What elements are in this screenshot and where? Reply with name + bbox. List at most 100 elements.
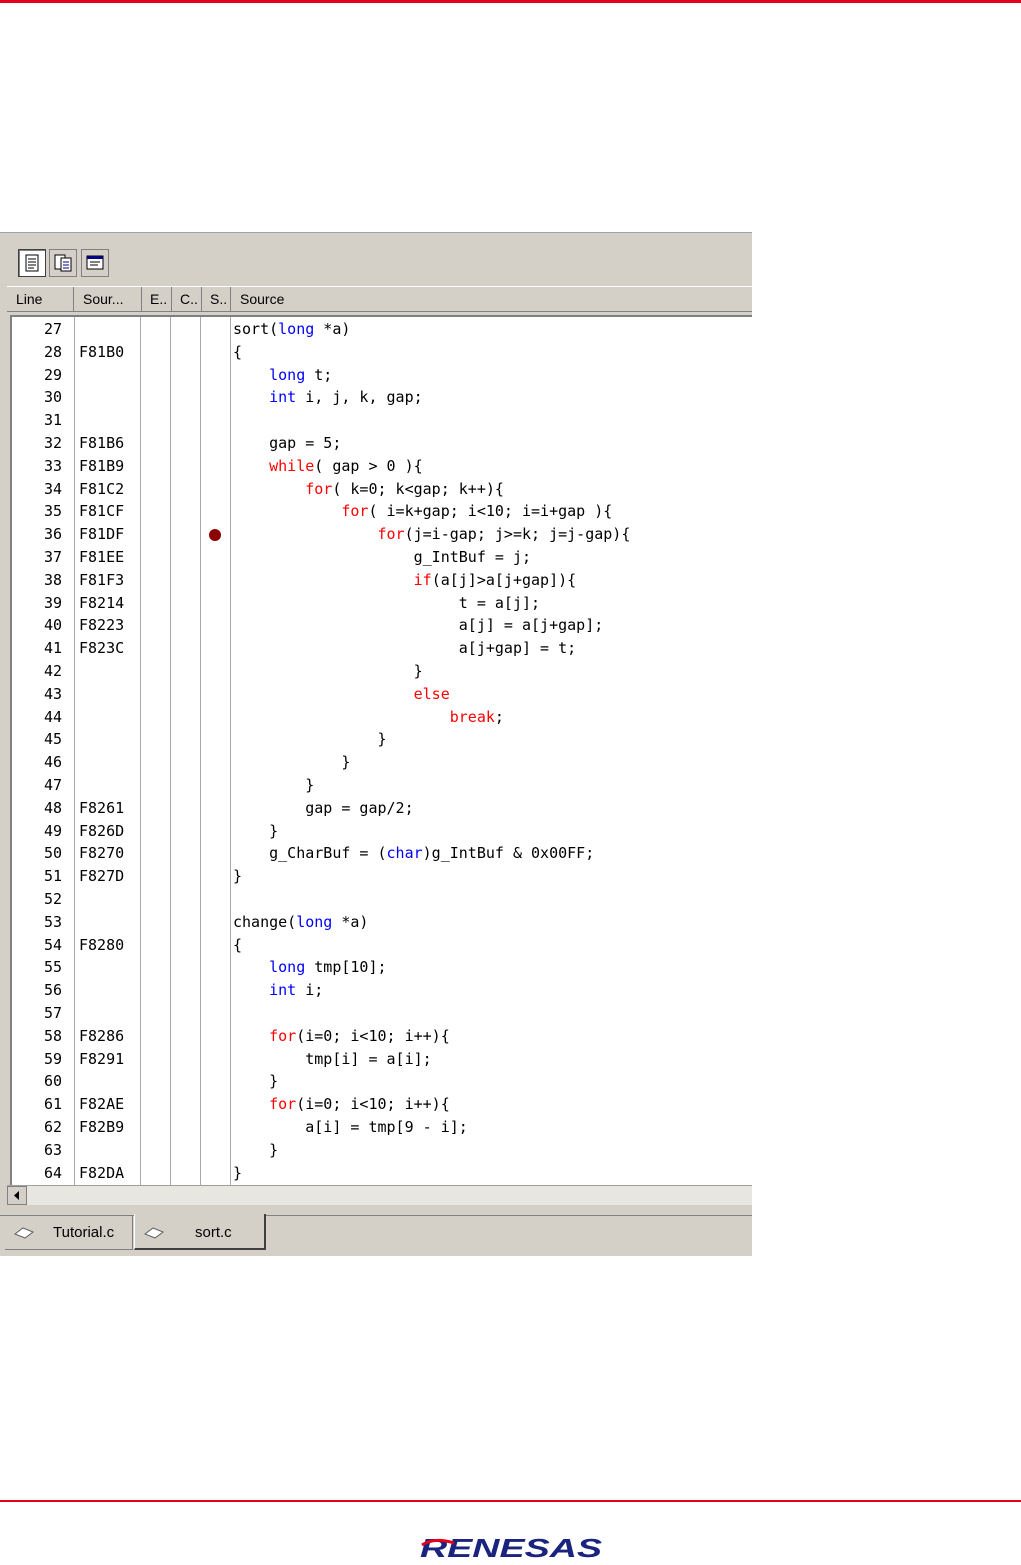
source-editor[interactable]: 27 sort(long *a) 28 F81B0{29 long t; 30 int … bbox=[10, 315, 752, 1185]
source-row[interactable]: 37 F81EE g_IntBuf = j; bbox=[12, 546, 752, 569]
svg-text:RENESAS: RENESAS bbox=[420, 1535, 603, 1561]
keyword: long bbox=[296, 912, 333, 931]
source-row[interactable]: 60 } bbox=[12, 1070, 752, 1093]
source-row[interactable]: 59 F8291 tmp[i] = a[i]; bbox=[12, 1048, 752, 1071]
source-row[interactable]: 52 bbox=[12, 888, 752, 911]
source-code: } bbox=[233, 867, 243, 886]
source-row[interactable]: 36 F81DF for(j=i-gap; j>=k; j=j-gap){ bbox=[12, 523, 752, 546]
source-row[interactable]: 46 } bbox=[12, 751, 752, 774]
source-row[interactable]: 41 F823C a[j+gap] = t; bbox=[12, 637, 752, 660]
column-header-line[interactable]: Line bbox=[7, 287, 74, 311]
source-address bbox=[79, 774, 141, 797]
line-number: 35 bbox=[43, 502, 62, 521]
source-address bbox=[79, 660, 141, 683]
source-row[interactable]: 38 F81F3 if(a[j]>a[j+gap]){ bbox=[12, 569, 752, 592]
source-row[interactable]: 62 F82B9 a[i] = tmp[9 - i]; bbox=[12, 1116, 752, 1139]
line-number: 52 bbox=[43, 890, 62, 908]
column-header-event[interactable]: E.. bbox=[142, 287, 172, 311]
source-row[interactable]: 63 } bbox=[12, 1139, 752, 1162]
source-address: F81C2 bbox=[79, 479, 125, 498]
source-row[interactable]: 45 } bbox=[12, 728, 752, 751]
source-row[interactable]: 31 bbox=[12, 409, 752, 432]
source-row[interactable]: 55 long tmp[10]; bbox=[12, 956, 752, 979]
source-row[interactable]: 30 int i, j, k, gap; bbox=[12, 386, 752, 409]
tab-sort-c[interactable]: sort.c bbox=[134, 1214, 266, 1250]
source-row[interactable]: 49 F826D } bbox=[12, 820, 752, 843]
source-row[interactable]: 61 F82AE for(i=0; i<10; i++){ bbox=[12, 1093, 752, 1116]
keyword: for bbox=[341, 502, 369, 521]
source-row[interactable]: 40 F8223 a[j] = a[j+gap]; bbox=[12, 614, 752, 637]
source-row[interactable]: 44 break; bbox=[12, 706, 752, 729]
source-code: if(a[j]>a[j+gap]){ bbox=[413, 570, 577, 589]
source-mode-button[interactable] bbox=[18, 249, 46, 277]
disassembly-mode-button[interactable] bbox=[81, 249, 109, 277]
source-code: { bbox=[233, 342, 243, 361]
mixed-mode-button[interactable] bbox=[49, 249, 77, 277]
mixed-mode-icon bbox=[54, 254, 72, 272]
source-row[interactable]: 48 F8261 gap = gap/2; bbox=[12, 797, 752, 820]
line-number: 37 bbox=[43, 548, 62, 566]
source-code bbox=[233, 1002, 752, 1025]
tab-tutorial-c[interactable]: Tutorial.c bbox=[5, 1216, 133, 1250]
source-row[interactable]: 32 F81B6 gap = 5; bbox=[12, 432, 752, 455]
keyword: for bbox=[269, 1095, 297, 1114]
source-code: while( gap > 0 ){ bbox=[269, 456, 423, 475]
source-row[interactable]: 35 F81CF for( i=k+gap; i<10; i=i+gap ){ bbox=[12, 500, 752, 523]
keyword: else bbox=[413, 684, 450, 703]
source-code: int i, j, k, gap; bbox=[269, 388, 423, 407]
keyword: char bbox=[386, 844, 423, 863]
file-icon bbox=[143, 1227, 165, 1239]
source-code: sort(long *a) bbox=[233, 320, 351, 338]
source-row[interactable]: 34 F81C2 for( k=0; k<gap; k++){ bbox=[12, 478, 752, 501]
line-number: 29 bbox=[43, 365, 62, 384]
scroll-left-button[interactable] bbox=[7, 1186, 27, 1205]
source-address: F826D bbox=[79, 821, 125, 840]
column-header-source[interactable]: Source bbox=[231, 287, 752, 311]
source-address: F827D bbox=[79, 867, 125, 886]
line-number: 38 bbox=[43, 570, 62, 589]
horizontal-scrollbar[interactable] bbox=[7, 1185, 752, 1205]
source-row[interactable]: 28 F81B0 { bbox=[12, 341, 752, 364]
line-number: 59 bbox=[43, 1049, 62, 1068]
source-code: } bbox=[233, 1163, 243, 1182]
source-row[interactable]: 47 } bbox=[12, 774, 752, 797]
source-row[interactable]: 42 } bbox=[12, 660, 752, 683]
line-number: 61 bbox=[43, 1095, 62, 1114]
source-row[interactable]: 33 F81B9 while( gap > 0 ){ bbox=[12, 455, 752, 478]
source-address: F8261 bbox=[79, 798, 125, 817]
source-row[interactable]: 58 F8286 for(i=0; i<10; i++){ bbox=[12, 1025, 752, 1048]
source-address: F81EE bbox=[79, 548, 125, 566]
line-number: 31 bbox=[43, 411, 62, 430]
line-number: 53 bbox=[43, 912, 62, 931]
line-number: 36 bbox=[43, 525, 62, 544]
breakpoint-icon[interactable] bbox=[209, 529, 221, 542]
keyword: long bbox=[269, 365, 306, 384]
keyword: for bbox=[269, 1026, 297, 1045]
column-header-coverage[interactable]: C.. bbox=[172, 287, 202, 311]
line-number: 55 bbox=[43, 958, 62, 977]
source-address: F8214 bbox=[79, 593, 125, 612]
column-header-address[interactable]: Sour... bbox=[74, 287, 142, 311]
source-code: { bbox=[233, 935, 243, 954]
column-header-status[interactable]: S.. bbox=[202, 287, 231, 311]
source-row[interactable]: 64 F82DA} bbox=[12, 1162, 752, 1185]
tab-label: sort.c bbox=[195, 1224, 232, 1241]
source-row[interactable]: 53 change(long *a) bbox=[12, 911, 752, 934]
source-row[interactable]: 51 F827D} bbox=[12, 865, 752, 888]
source-row[interactable]: 56 int i; bbox=[12, 979, 752, 1002]
source-code: int i; bbox=[269, 981, 324, 1000]
source-row[interactable]: 54 F8280 { bbox=[12, 934, 752, 957]
keyword: if bbox=[413, 570, 432, 589]
source-address: F81CF bbox=[79, 502, 125, 521]
source-address bbox=[79, 386, 141, 409]
source-row[interactable]: 57 bbox=[12, 1002, 752, 1025]
source-code: } bbox=[233, 1072, 279, 1091]
source-code: tmp[i] = a[i]; bbox=[233, 1049, 432, 1068]
line-number: 60 bbox=[43, 1072, 62, 1091]
source-row[interactable]: 43 else bbox=[12, 683, 752, 706]
source-row[interactable]: 50 F8270 g_CharBuf = (char)g_IntBuf & 0x0… bbox=[12, 842, 752, 865]
source-row[interactable]: 27 sort(long *a) bbox=[12, 318, 752, 341]
source-row[interactable]: 29 long t; bbox=[12, 364, 752, 387]
source-mode-icon bbox=[25, 254, 39, 272]
source-row[interactable]: 39 F8214 t = a[j]; bbox=[12, 592, 752, 615]
